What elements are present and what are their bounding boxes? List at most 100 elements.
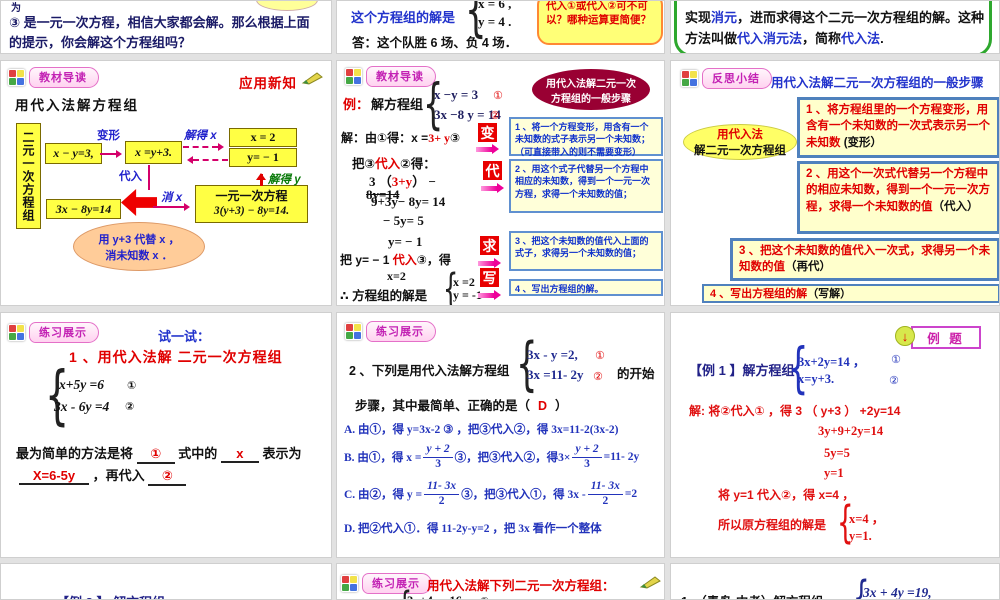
slide-2-thumbnail[interactable]: 这个方程组的解是 { x = 6 , y = 4 . 答：这个队胜 6 场、负 …	[336, 0, 665, 54]
example-badge: 例 题	[911, 326, 981, 349]
l1c: ③	[450, 131, 461, 145]
system-eq1: x+5y =6	[59, 377, 105, 392]
step2-box: 2 、用这个式子代替另一个方程中相应的未知数，得到一个一元一次方程，求得一个未知…	[509, 159, 663, 213]
exercise-title: 1 、用代入法解 二元一次方程组	[69, 349, 283, 365]
step1-keyword: (变形）	[843, 136, 883, 149]
step3-box: 3 、把这个未知数的值代入一次式，求得另一个未知数的值（再代）	[730, 238, 999, 281]
fill-b: 式中的	[178, 446, 218, 461]
slide-11-thumbnail[interactable]: 练习展示 用代入法解下列二元一次方程组： { 3x+4y =16 ①	[336, 563, 665, 600]
final-x: x=4 ，	[849, 512, 885, 526]
window-icon	[8, 69, 25, 86]
keyword-substitution: 代入法	[841, 31, 881, 46]
blank-2[interactable]: x	[220, 446, 259, 463]
l8b: 代入	[392, 253, 417, 267]
solve-y-label: 解得 y	[268, 174, 301, 186]
system-eq1: 3x + 4y =19,	[863, 585, 932, 600]
return-arrow	[183, 155, 228, 165]
system-eq2: 3x =11- 2y	[527, 367, 584, 382]
option-a[interactable]: A. 由①，得 y=3x-2 ③ ，把③代入②，得 3x=11-2(3x-2)	[344, 421, 618, 437]
substitute-line	[148, 165, 150, 190]
solve-y-line	[260, 174, 263, 186]
system-eq1: 3x+4y =16	[407, 594, 462, 599]
frac-num: 11- 3x	[587, 480, 623, 495]
slide-7-thumbnail[interactable]: 练习展示 试一试： 1 、用代入法解 二元一次方程组 { x+5y =6 ① 3…	[0, 312, 332, 558]
header-badge: 练习展示	[341, 573, 432, 594]
tip-line2: 消未知数 x ．	[105, 249, 173, 262]
option-d[interactable]: D. 把②代入①．得 11-2y-y=2 ，把 3x 看作一个整体	[344, 520, 602, 536]
frac-den: 2	[438, 494, 445, 507]
solution-line2: 3y+9+2y=14	[818, 424, 884, 438]
l1a: 解：由①得：x =	[341, 131, 429, 145]
slide-5-thumbnail[interactable]: 教材导读 例： 解方程组 { x −y = 3 ① 3x −8 y = 14 ②…	[336, 60, 665, 306]
blank-1[interactable]: ①	[136, 446, 175, 464]
solution-line3: 5y=5	[824, 446, 850, 460]
t1: 实现	[685, 10, 712, 25]
example-label: 【例 1 】解方程组	[689, 363, 795, 378]
header-badge: 教材导读	[8, 67, 99, 88]
solution-x: x = 6 ,	[478, 0, 512, 11]
slide-6-thumbnail[interactable]: 反思小结 用代入法解二元一次方程组的一般步骤 1 、将方程组里的一个方程变形，用…	[670, 60, 1000, 306]
slide-4-thumbnail[interactable]: 教材导读 应用新知 用代入法解方程组 二元一次方程组 x − y=3, 变形 x…	[0, 60, 332, 306]
frac-den: 3	[584, 457, 590, 470]
keyword-substitution-method: 代入消元法	[737, 31, 803, 46]
slide-12-thumbnail[interactable]: 1、（青岛·中考）解方程组 { 3x + 4y =19,	[670, 563, 1000, 600]
result-x-box: x = 2	[229, 128, 297, 147]
option-c[interactable]: C. 由②，得 y = 11- 3x 2 ③，把③代入①，得 3x - 11- 3…	[344, 477, 637, 511]
steps-title-ellipse: 用代入法解二元一次 方程组的一般步骤	[532, 69, 650, 110]
step4-box: 4 、写出方程组的解。	[509, 279, 663, 296]
step4-text: 4 、写出方程组的解	[710, 288, 808, 300]
q3a: 步骤，其中最简单、正确的是（	[355, 399, 531, 413]
blank-3[interactable]: X=6-5y	[19, 468, 89, 485]
solution-line5: 将 y=1 代入②，得 x=4 ，	[718, 488, 855, 502]
step1-box: 1 、将一个方程变形，用含有一个未知数的式子表示另一个未知数；（可直接带入的则不…	[509, 117, 663, 157]
fraction: y + 23	[572, 443, 602, 470]
slide-8-thumbnail[interactable]: 练习展示 2 、下列是用代入法解方程组 { 3x - y =2, ① 3x =1…	[336, 312, 665, 558]
system-eq1: x −y = 3	[434, 87, 479, 102]
solution-line10: ∴ 方程组的解是	[340, 289, 428, 303]
substitute-big-arrow	[121, 189, 157, 216]
option-b[interactable]: B. 由①，得 x = y + 23 ③，把③代入②，得3× y + 23 =1…	[344, 440, 639, 474]
substitute-label: 代入	[119, 171, 142, 183]
solution-line6: − 5y= 5	[383, 213, 424, 228]
question-line2: 的提示，你会解这个方程组吗？	[9, 35, 192, 50]
stamp-solve: 求	[480, 236, 499, 255]
slide-3-thumbnail[interactable]: 实现消元，进而求得这个二元一次方程组的解。这种 方法叫做代入消元法，简称代入法.	[670, 0, 1000, 54]
stamp-arrow	[476, 143, 504, 155]
solve-x-arrow	[183, 142, 228, 152]
eq1-number: ①	[480, 595, 489, 599]
step4-box: 4 、写出方程组的解（写解）	[702, 284, 999, 303]
brace-glyph: {	[423, 71, 444, 137]
optC-b: ③，把③代入①，得 3x -	[461, 489, 586, 501]
t3: ，进而求得这个二元一次方程组的解。这种	[737, 10, 985, 25]
callout-box: 代入①或代入②可不可以？哪种运算更简便？	[537, 1, 663, 45]
slide-10-thumbnail[interactable]: 【例 2 】 解方程组	[0, 563, 332, 600]
question-line1: ③ 是一元一次方程，相信大家都会解。那么根据上面	[9, 15, 310, 30]
onevar-line1: 一元一次方程	[215, 189, 288, 204]
eq1-number: ①	[595, 350, 605, 362]
method-line2: 解二元一次方程组	[694, 145, 786, 157]
blank-4[interactable]: ②	[148, 468, 187, 486]
pencil-icon	[639, 576, 661, 589]
solution-line1: 解: 将②代入① ，得 3 （ y+3 ） +2y=14	[689, 404, 901, 418]
slide-1-thumbnail[interactable]: 为 ③ 是一元一次方程，相信大家都会解。那么根据上面 的提示，你会解这个方程组吗…	[0, 0, 332, 54]
tip-line1: 用 y+3 代替 x ，	[98, 233, 180, 246]
question-part3: 步骤，其中最简单、正确的是（ D ）	[355, 395, 568, 414]
step4-keyword: （写解）	[807, 288, 852, 300]
frac-num: 11- 3x	[424, 480, 460, 495]
solution-line5: 9+3y− 8y= 14	[371, 194, 446, 209]
eliminate-arrow	[153, 202, 194, 212]
fraction: y + 23	[423, 443, 453, 470]
result-y-box: y= − 1	[229, 148, 297, 167]
fraction: 11- 3x 2	[424, 480, 460, 507]
l2a: 把③	[352, 157, 376, 171]
method-line1: 用代入法	[717, 129, 763, 141]
brace-glyph: {	[516, 331, 538, 399]
solution-line4: y=1	[824, 466, 844, 480]
onevar-line2: 3(y+3) − 8y=14.	[213, 205, 290, 218]
optC-c: =2	[624, 488, 638, 500]
solution-y: y = 4 .	[478, 14, 512, 29]
t4: 方法叫做	[685, 31, 738, 46]
question-part1: 2 、下列是用代入法解方程组	[349, 364, 510, 378]
slide-9-thumbnail[interactable]: 例 题 ↓ 【例 1 】解方程组 { 3x+2y=14 ， ① x=y+3. ②…	[670, 312, 1000, 558]
transform-arrow	[100, 149, 126, 159]
